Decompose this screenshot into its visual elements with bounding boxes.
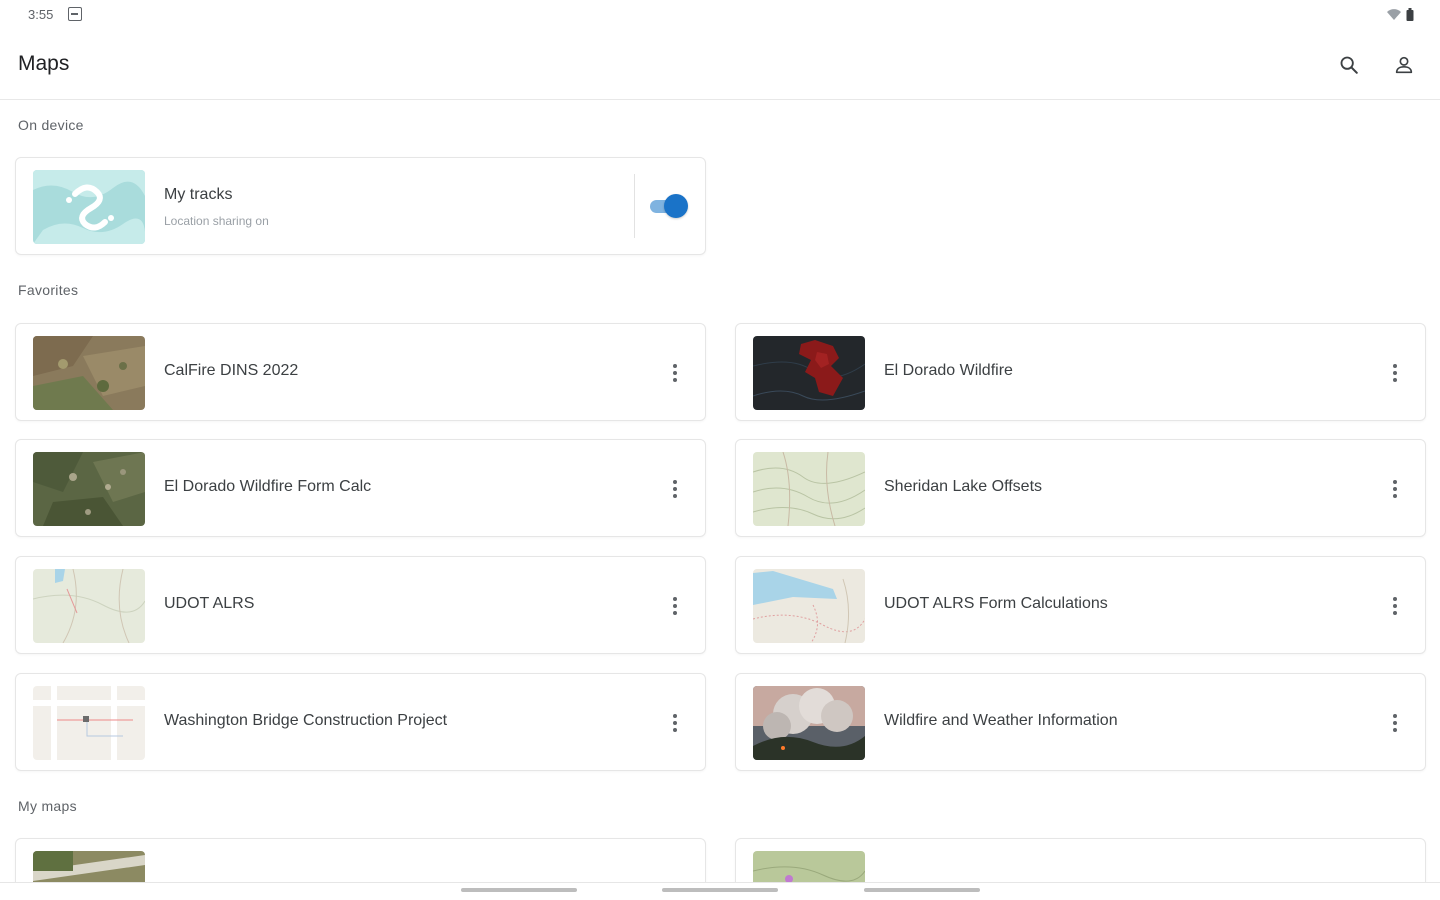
page-title: Maps: [18, 52, 70, 75]
my-tracks-title: My tracks: [164, 186, 233, 203]
section-label-on-device: On device: [18, 117, 84, 133]
my-tracks-thumbnail: [33, 170, 145, 244]
section-label-my-maps: My maps: [18, 798, 77, 814]
more-options-icon[interactable]: [663, 357, 687, 389]
map-thumbnail: [33, 686, 145, 760]
map-thumbnail: [33, 569, 145, 643]
more-options-icon[interactable]: [663, 707, 687, 739]
map-thumbnail: [753, 569, 865, 643]
map-card-udot-alrs-form-calculations[interactable]: UDOT ALRS Form Calculations: [735, 556, 1426, 654]
map-thumbnail: [753, 452, 865, 526]
map-card-washington-bridge-construction-project[interactable]: Washington Bridge Construction Project: [15, 673, 706, 771]
wifi-icon: [1387, 9, 1401, 20]
map-card-calfire-dins-2022[interactable]: CalFire DINS 2022: [15, 323, 706, 421]
my-tracks-subtitle: Location sharing on: [164, 214, 269, 228]
status-time: 3:55: [28, 7, 54, 22]
map-card-el-dorado-wildfire[interactable]: El Dorado Wildfire: [735, 323, 1426, 421]
map-card-title: UDOT ALRS: [164, 595, 255, 612]
section-label-favorites: Favorites: [18, 282, 79, 298]
more-options-icon[interactable]: [663, 590, 687, 622]
map-card-title: UDOT ALRS Form Calculations: [884, 595, 1108, 612]
map-card-el-dorado-wildfire-form-calc[interactable]: El Dorado Wildfire Form Calc: [15, 439, 706, 537]
map-card-title: El Dorado Wildfire Form Calc: [164, 478, 372, 495]
map-card-sheridan-lake-offsets[interactable]: Sheridan Lake Offsets: [735, 439, 1426, 537]
status-bar: 3:55: [0, 0, 1440, 30]
map-thumbnail: [753, 686, 865, 760]
map-card-title: Wildfire and Weather Information: [884, 712, 1118, 729]
account-button[interactable]: [1389, 50, 1419, 80]
more-options-icon[interactable]: [663, 473, 687, 505]
status-icons: [1386, 8, 1414, 21]
nav-handle-right: [864, 888, 980, 892]
more-options-icon[interactable]: [1383, 357, 1407, 389]
account-icon: [1395, 56, 1413, 74]
map-thumbnail: [33, 336, 145, 410]
my-tracks-card[interactable]: My tracks Location sharing on: [15, 157, 706, 255]
more-options-icon[interactable]: [1383, 473, 1407, 505]
map-card-title: Sheridan Lake Offsets: [884, 478, 1043, 495]
battery-icon: [1406, 8, 1414, 21]
location-sharing-toggle[interactable]: [650, 194, 688, 218]
map-card-title: CalFire DINS 2022: [164, 362, 299, 379]
more-options-icon[interactable]: [1383, 707, 1407, 739]
map-card-wildfire-and-weather-information[interactable]: Wildfire and Weather Information: [735, 673, 1426, 771]
search-icon: [1340, 56, 1358, 74]
toggle-knob: [664, 194, 688, 218]
notification-icon: [68, 7, 82, 21]
nav-handle-left: [461, 888, 577, 892]
search-button[interactable]: [1334, 50, 1364, 80]
map-card-title: El Dorado Wildfire: [884, 362, 1013, 379]
nav-handle-center: [662, 888, 778, 892]
map-card-title: Washington Bridge Construction Project: [164, 712, 448, 729]
map-thumbnail: [753, 336, 865, 410]
app-bar: Maps: [0, 30, 1440, 100]
map-thumbnail: [33, 452, 145, 526]
card-divider: [634, 174, 635, 238]
map-card-udot-alrs[interactable]: UDOT ALRS: [15, 556, 706, 654]
more-options-icon[interactable]: [1383, 590, 1407, 622]
